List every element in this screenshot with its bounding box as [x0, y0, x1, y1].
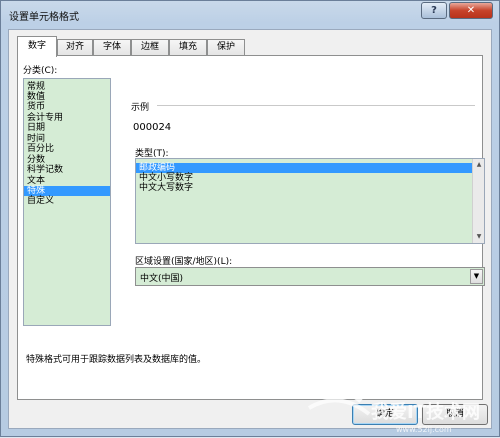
close-button[interactable]: ✕: [449, 2, 493, 19]
type-list-scrollbar[interactable]: ▲ ▼: [472, 159, 484, 243]
sample-group: 示例 000024: [127, 100, 475, 140]
type-item[interactable]: 中文小写数字: [136, 173, 472, 183]
help-button[interactable]: ?: [421, 2, 447, 19]
scroll-up-icon[interactable]: ▲: [474, 160, 484, 170]
dialog-client: 数字 对齐 字体 边框 填充 保护 分类(C): 常规 数值 货币 会计专用 日…: [8, 29, 492, 429]
dialog-title: 设置单元格格式: [9, 12, 79, 23]
category-list[interactable]: 常规 数值 货币 会计专用 日期 时间 百分比 分数 科学记数 文本 特殊 自定…: [23, 78, 111, 326]
type-item-selected[interactable]: 邮政编码: [136, 163, 472, 173]
category-item-selected[interactable]: 特殊: [24, 186, 110, 196]
tab-border[interactable]: 边框: [131, 39, 169, 56]
category-item[interactable]: 自定义: [24, 196, 110, 206]
format-cells-dialog: 设置单元格格式 ? ✕ 数字 对齐 字体 边框 填充 保护 分类(C): 常规 …: [0, 0, 500, 437]
category-item[interactable]: 时间: [24, 134, 110, 144]
category-item[interactable]: 日期: [24, 123, 110, 133]
category-item[interactable]: 会计专用: [24, 113, 110, 123]
category-item[interactable]: 货币: [24, 102, 110, 112]
region-label: 区域设置(国家/地区)(L):: [135, 257, 233, 267]
tab-number[interactable]: 数字: [17, 36, 57, 57]
category-item[interactable]: 百分比: [24, 144, 110, 154]
category-label: 分类(C):: [23, 66, 58, 76]
tab-fill[interactable]: 填充: [169, 39, 207, 56]
category-item[interactable]: 文本: [24, 176, 110, 186]
format-description: 特殊格式可用于跟踪数据列表及数据库的值。: [26, 355, 207, 365]
ok-button[interactable]: 确定: [352, 404, 418, 425]
title-bar[interactable]: 设置单元格格式 ? ✕: [1, 1, 499, 27]
type-list[interactable]: 邮政编码 中文小写数字 中文大写数字 ▲ ▼: [135, 158, 485, 244]
scroll-down-icon[interactable]: ▼: [474, 232, 484, 242]
cancel-button[interactable]: 取消: [422, 404, 488, 425]
close-icon: ✕: [466, 5, 476, 16]
category-item[interactable]: 分数: [24, 155, 110, 165]
category-item[interactable]: 常规: [24, 82, 110, 92]
help-icon: ?: [431, 5, 437, 16]
tab-alignment[interactable]: 对齐: [57, 39, 93, 56]
chevron-down-icon[interactable]: ▼: [470, 269, 483, 284]
sample-divider: [157, 105, 475, 106]
sample-value: 000024: [133, 122, 172, 133]
tab-font[interactable]: 字体: [93, 39, 131, 56]
type-item[interactable]: 中文大写数字: [136, 183, 472, 193]
region-select[interactable]: 中文(中国) ▼: [135, 267, 485, 286]
category-item[interactable]: 数值: [24, 92, 110, 102]
region-value: 中文(中国): [140, 274, 184, 284]
tab-panel-number: 分类(C): 常规 数值 货币 会计专用 日期 时间 百分比 分数 科学记数 文…: [17, 55, 485, 400]
tab-protection[interactable]: 保护: [207, 39, 245, 56]
category-item[interactable]: 科学记数: [24, 165, 110, 175]
sample-label: 示例: [131, 103, 150, 113]
